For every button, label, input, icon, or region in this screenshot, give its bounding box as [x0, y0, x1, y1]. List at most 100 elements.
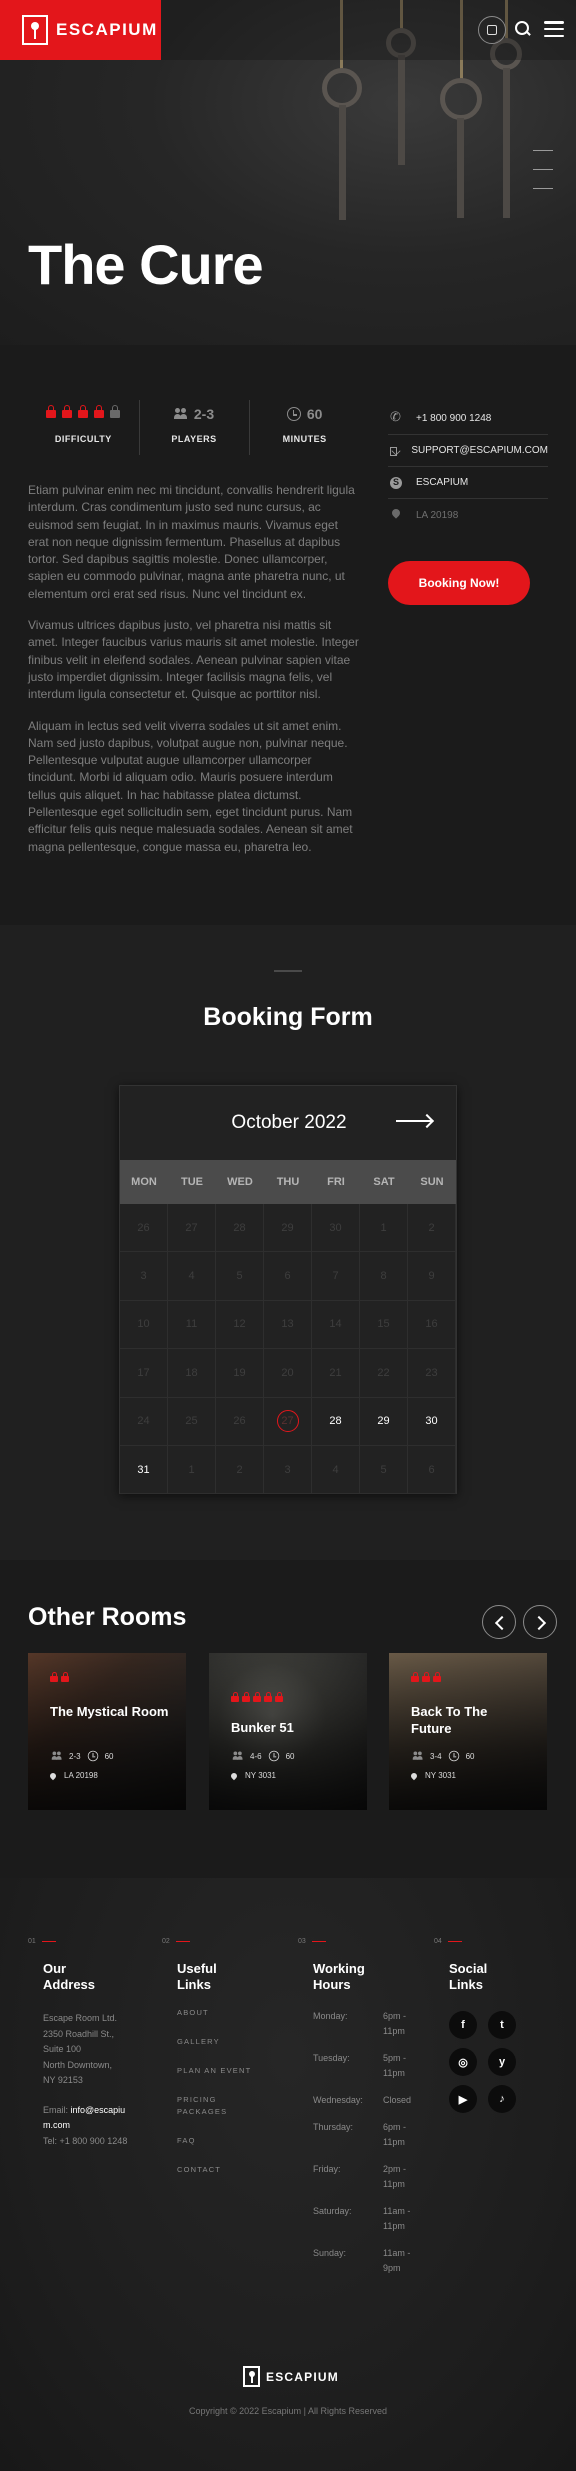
calendar-day[interactable]: 29 — [360, 1397, 408, 1446]
logo[interactable]: ESCAPIUM — [0, 0, 161, 60]
lock-icon — [110, 405, 121, 419]
calendar-day: 7 — [312, 1252, 360, 1301]
column-title: Social Links — [449, 1961, 488, 1992]
footer-link[interactable]: GALLERY — [177, 2036, 267, 2048]
other-rooms-title: Other Rooms — [28, 1603, 187, 1631]
clock-icon — [448, 1750, 459, 1762]
hours-row: Wednesday: Closed — [313, 2095, 412, 2105]
room-card-bunker-51[interactable]: Bunker 51 4-6 60 NY 3031 — [209, 1653, 367, 1810]
booking-now-button[interactable]: Booking Now! — [388, 561, 530, 605]
column-title: Our Address — [43, 1961, 96, 1992]
calendar-day: 16 — [408, 1300, 456, 1350]
rooms-next-button[interactable] — [523, 1605, 557, 1639]
location-pin-icon — [229, 1771, 239, 1780]
address-line: NY 92153 — [43, 2075, 83, 2085]
calendar-day: 4 — [168, 1252, 216, 1301]
description-paragraph: Aliquam in lectus sed velit viverra soda… — [28, 718, 353, 854]
hours-row: Thursday: 6pm - 11pm — [313, 2122, 407, 2147]
hamburger-menu-icon[interactable] — [544, 21, 564, 37]
location-pin-icon — [48, 1771, 58, 1780]
next-month-arrow-icon[interactable] — [396, 1120, 432, 1122]
working-hours: Monday: 6pm - 11pm Tuesday: 5pm - 11pm Wedne… — [313, 2009, 418, 2276]
weekday-header: SAT — [373, 1176, 395, 1188]
footer-link[interactable]: PLAN AN EVENT — [177, 2065, 267, 2077]
footer-logo[interactable]: ESCAPIUM — [243, 2366, 339, 2387]
column-title: Useful Links — [177, 1961, 217, 1992]
contact-phone[interactable]: +1 800 900 1248 — [388, 403, 548, 435]
phone-text: +1 800 900 1248 — [416, 413, 492, 424]
youtube-icon[interactable]: ▶ — [449, 2085, 477, 2113]
footer-links-column: 02 Useful Links ABOUT GALLERY PLAN AN EVEN… — [162, 1938, 267, 2193]
calendar-day: 4 — [312, 1445, 360, 1495]
footer-link[interactable]: FAQ — [177, 2135, 267, 2147]
clock-icon — [268, 1750, 279, 1762]
footer-hours-column: 03 Working Hours Monday: 6pm - 11pm Tuesda… — [298, 1938, 418, 2288]
calendar-day[interactable]: 30 — [408, 1397, 456, 1446]
column-title: Working Hours — [313, 1961, 365, 1992]
weekday-header: WED — [227, 1176, 253, 1188]
weekday-header: MON — [131, 1176, 157, 1188]
room-players: 4-6 — [250, 1751, 262, 1761]
footer-link[interactable]: ABOUT — [177, 2007, 267, 2019]
instagram-icon[interactable]: ◎ — [449, 2048, 477, 2076]
room-minutes: 60 — [104, 1751, 114, 1761]
cart-button[interactable] — [478, 16, 506, 44]
yelp-icon[interactable]: y — [488, 2048, 516, 2076]
room-meta: 3-4 60 — [411, 1749, 474, 1763]
slide-indicators[interactable] — [533, 150, 553, 207]
lock-icon — [422, 1672, 430, 1683]
lock-icon — [411, 1672, 419, 1683]
room-players: 2-3 — [69, 1751, 81, 1761]
calendar-grid: 26 27 28 29 30 1 2 3 4 5 6 7 8 9 10 11 12 13 14 15 16 17 18 19 2… — [120, 1204, 456, 1495]
address-line: Suite 100 — [43, 2044, 82, 2054]
rooms-prev-button[interactable] — [482, 1605, 516, 1639]
lock-icon — [78, 405, 89, 419]
calendar-day: 26 — [120, 1204, 168, 1253]
footer-link[interactable]: PRICING PACKAGES — [177, 2094, 267, 2118]
footer-logo-text: ESCAPIUM — [266, 2369, 339, 2384]
twitter-icon[interactable]: t — [488, 2011, 516, 2039]
phone-icon — [390, 410, 402, 425]
hours-row: Friday: 2pm - 11pm — [313, 2164, 407, 2189]
footer-phone[interactable]: Tel: +1 800 900 1248 — [43, 2134, 128, 2150]
room-location: NY 3031 — [229, 1771, 276, 1780]
room-card-back-to-the-future[interactable]: Back To The Future 3-4 60 NY 3031 — [389, 1653, 547, 1810]
contact-skype[interactable]: ESCAPIUM — [388, 467, 548, 499]
copyright: Copyright © 2022 Escapium | All Rights R… — [188, 2406, 388, 2416]
lock-icon — [264, 1692, 272, 1703]
lock-icon — [50, 1672, 58, 1683]
hero: ESCAPIUM The Cure — [0, 0, 576, 345]
footer-social-column: 04 Social Links f t ◎ y ▶ ♪ — [434, 1938, 520, 2113]
description-paragraph: Etiam pulvinar enim nec mi tincidunt, co… — [28, 483, 355, 601]
players-stat: 2-3 PLAYERS — [138, 400, 250, 455]
calendar-day[interactable]: 28 — [312, 1397, 360, 1446]
hours-row: Saturday: 11am - 11pm — [313, 2206, 411, 2231]
location-pin-icon — [409, 1771, 419, 1780]
weekday-header: THU — [276, 1176, 300, 1188]
search-button[interactable] — [514, 20, 532, 38]
facebook-icon[interactable]: f — [449, 2011, 477, 2039]
skype-text: ESCAPIUM — [416, 477, 469, 488]
calendar-day[interactable]: 31 — [120, 1445, 168, 1495]
useful-links: ABOUT GALLERY PLAN AN EVENT PRICING PACKAGE… — [177, 2007, 267, 2176]
skype-icon — [390, 476, 402, 489]
calendar-day: 23 — [408, 1349, 456, 1398]
tiktok-icon[interactable]: ♪ — [488, 2085, 516, 2113]
lock-icon — [253, 1692, 261, 1703]
calendar-header: October 2022 — [120, 1086, 456, 1160]
footer: 01 Our Address Escape Room Ltd. 2350 Road… — [0, 1878, 576, 2471]
column-number: 03 — [298, 1938, 418, 1945]
keyhole-logo-icon — [243, 2366, 260, 2387]
calendar-day: 26 — [216, 1397, 264, 1446]
contact-email[interactable]: SUPPORT@ESCAPIUM.COM — [388, 435, 548, 467]
location-text: LA 20198 — [416, 509, 459, 521]
calendar-day: 3 — [120, 1252, 168, 1301]
column-number: 02 — [162, 1938, 267, 1945]
difficulty-rating — [28, 400, 139, 428]
booking-form-title: Booking Form — [203, 1003, 373, 1031]
weekday-header: SUN — [420, 1176, 444, 1188]
room-card-the-mystical-room[interactable]: The Mystical Room 2-3 60 LA 20198 — [28, 1653, 186, 1810]
contact-info: +1 800 900 1248 SUPPORT@ESCAPIUM.COM ESC… — [388, 403, 548, 531]
minutes-value: 60 — [306, 406, 323, 422]
footer-link[interactable]: CONTACT — [177, 2164, 267, 2176]
